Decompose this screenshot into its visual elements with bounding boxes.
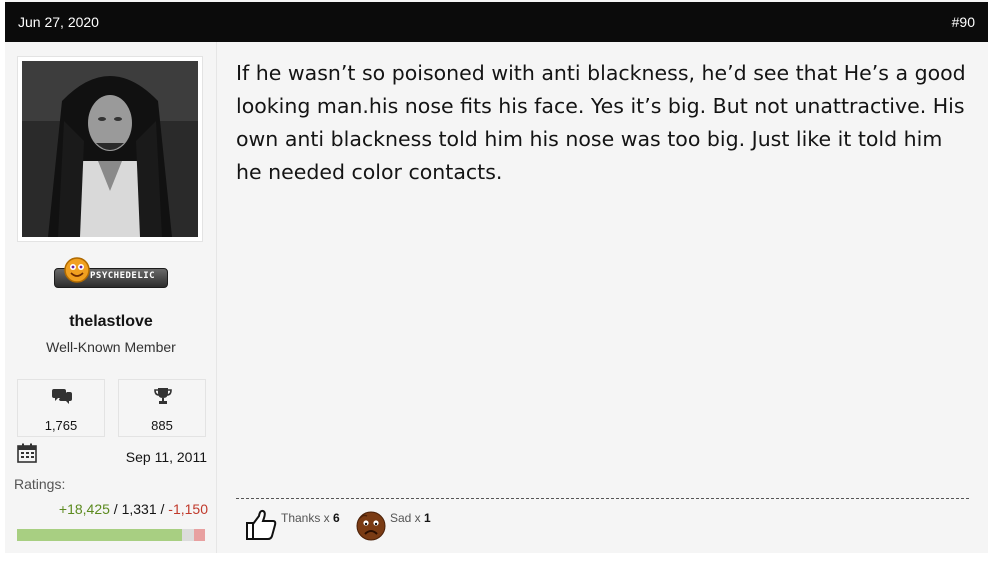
ratings-label: Ratings: [14,476,66,492]
ratings-separator: / [156,501,169,517]
rating-bar-neutral [182,529,194,541]
badge-text: PSYCHEDELIC [90,271,156,281]
messages-count: 1,765 [44,418,78,433]
calendar-icon [17,443,37,463]
thanks-label: Thanks x [281,511,334,525]
sad-reaction-text: Sad x 1 [390,511,431,525]
trophy-icon [154,388,172,404]
ratings-negative: -1,150 [168,501,208,517]
sad-face-icon [356,511,386,541]
post-date[interactable]: Jun 27, 2020 [18,14,99,30]
ratings-positive: +18,425 [58,501,110,517]
rating-bar [17,529,205,541]
ratings-separator: / [109,501,122,517]
thumbs-up-icon [246,509,277,540]
avatar[interactable] [17,56,203,242]
reaction-thanks[interactable]: Thanks x 6 [244,508,354,544]
thanks-reaction-text: Thanks x 6 [281,511,340,525]
joined-date: Sep 11, 2011 [125,449,207,465]
ratings-neutral: 1,331 [121,501,157,517]
post-header: Jun 27, 2020 #90 [5,2,988,42]
smiley-icon [64,257,90,283]
comments-icon [52,389,72,404]
post-number[interactable]: #90 [952,14,975,30]
post-message: If he wasn’t so poisoned with anti black… [236,61,966,184]
reaction-sad[interactable]: Sad x 1 [354,508,454,544]
username[interactable]: thelastlove [17,313,205,331]
rating-bar-negative [193,529,205,541]
trophy-points-stat[interactable]: 885 [118,379,206,437]
sad-label: Sad x [390,511,425,525]
rating-bar-positive [17,529,183,541]
user-avatar-photo[interactable] [22,61,198,237]
user-banner-badge: PSYCHEDELIC [54,256,168,290]
sad-count: 1 [424,511,431,525]
messages-stat[interactable]: 1,765 [17,379,105,437]
thanks-count: 6 [333,511,340,525]
reactions-divider [236,498,969,499]
ratings-summary[interactable]: +18,425 / 1,331 / -1,150 [59,501,208,517]
user-title: Well-Known Member [46,339,176,355]
trophy-points-count: 885 [151,418,173,433]
